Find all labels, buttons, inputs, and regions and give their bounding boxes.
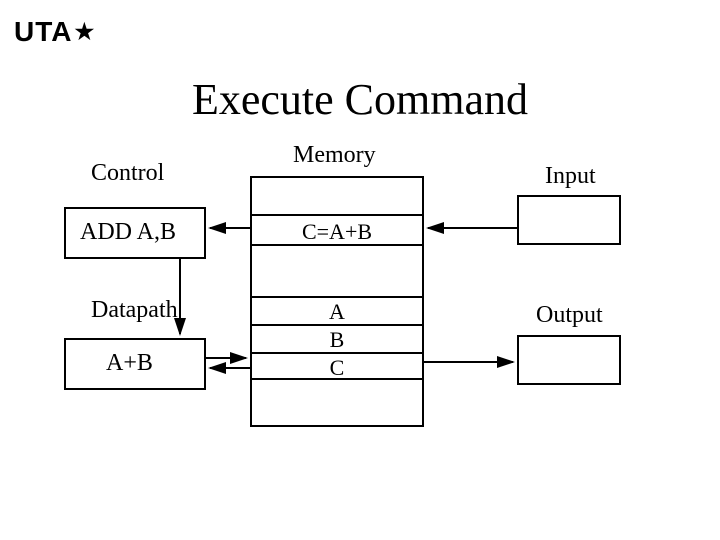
control-label: Control — [91, 160, 164, 187]
memory-row-a-text: A — [252, 299, 422, 325]
memory-label: Memory — [293, 142, 376, 169]
memory-row-instr: C=A+B — [252, 214, 422, 246]
page-title: Execute Command — [0, 74, 720, 125]
logo-star-icon: ★ — [74, 21, 95, 43]
memory-row-c-text: C — [252, 355, 422, 381]
logo-text: UTA — [14, 16, 72, 48]
input-label: Input — [545, 163, 596, 190]
memory-row-b: B — [252, 324, 422, 352]
datapath-label: Datapath — [91, 297, 178, 324]
memory-box: C=A+B A B C — [250, 176, 424, 427]
memory-row-a: A — [252, 296, 422, 324]
output-label: Output — [536, 302, 603, 329]
input-box — [517, 195, 621, 245]
datapath-box-text: A+B — [106, 350, 153, 377]
uta-logo: UTA ★ — [14, 16, 95, 48]
memory-row-c: C — [252, 352, 422, 380]
memory-instr-text: C=A+B — [252, 219, 422, 245]
output-box — [517, 335, 621, 385]
memory-row-b-text: B — [252, 327, 422, 353]
datapath-box: A+B — [64, 338, 206, 390]
control-box-text: ADD A,B — [80, 219, 176, 246]
control-box: ADD A,B — [64, 207, 206, 259]
